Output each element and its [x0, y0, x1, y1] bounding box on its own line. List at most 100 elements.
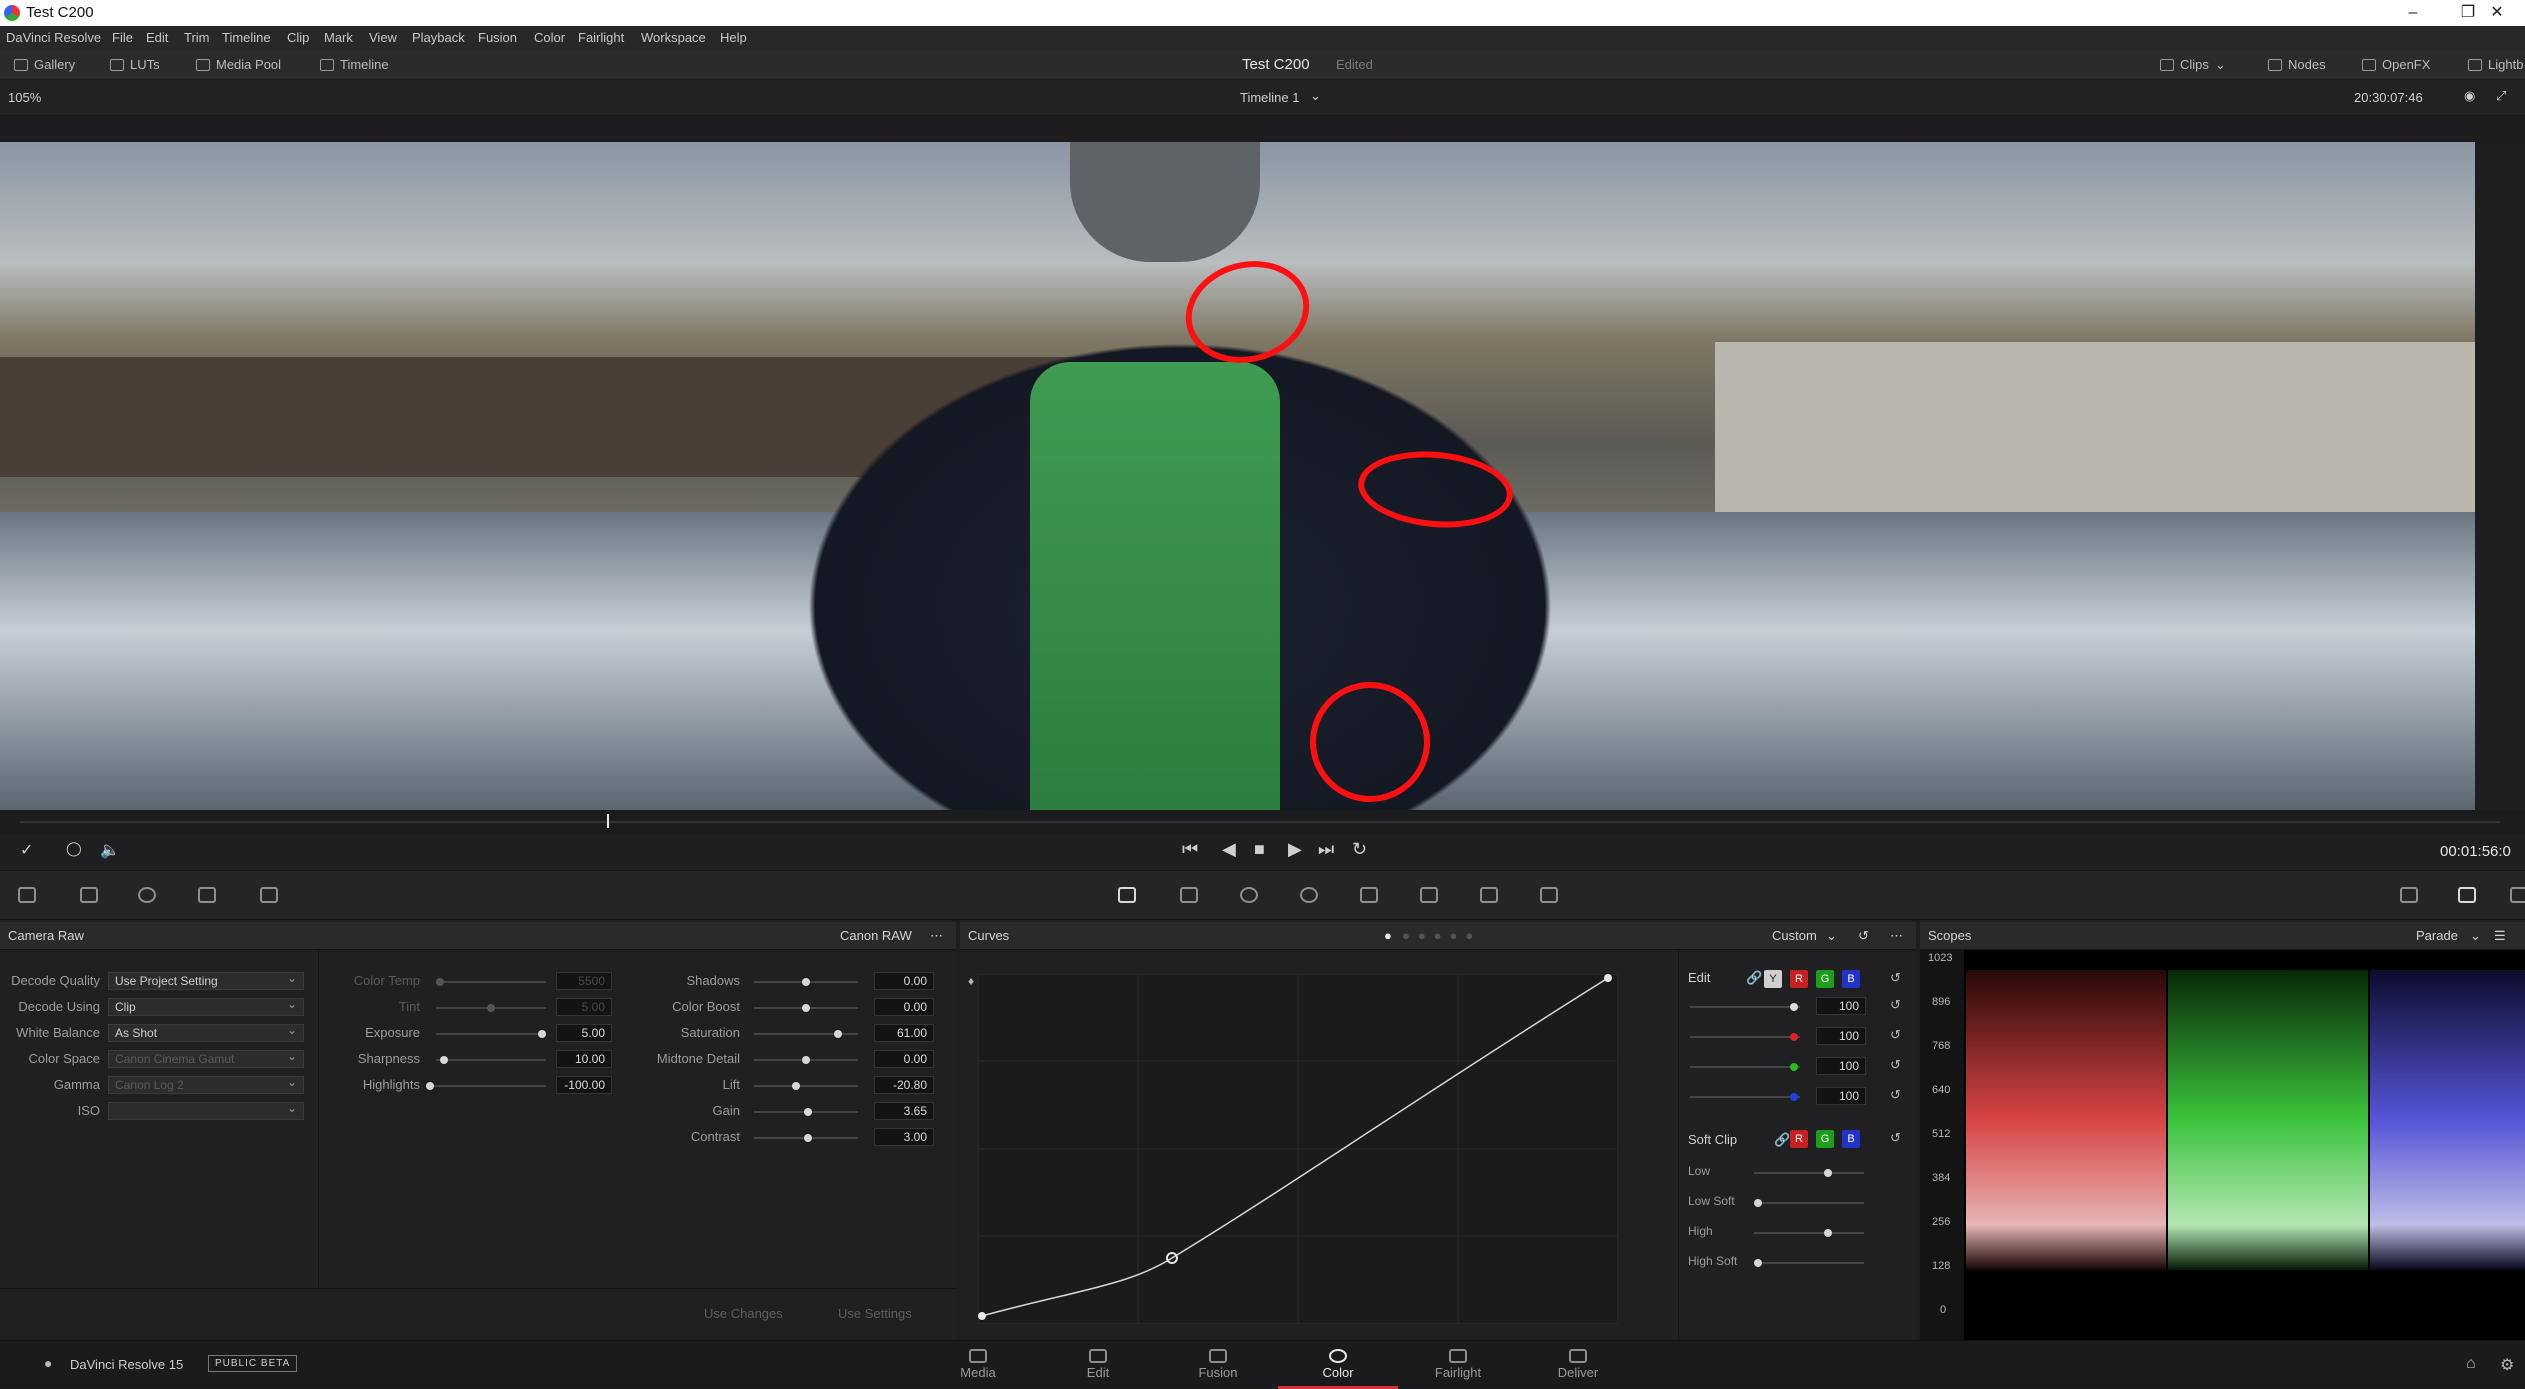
play-reverse-icon[interactable]: ◀	[1222, 839, 1236, 860]
lift-slider[interactable]	[754, 1082, 858, 1090]
zoom-level[interactable]: 105%	[8, 90, 41, 105]
page-color[interactable]: Color	[1278, 1341, 1398, 1389]
g-intensity-value[interactable]: 100	[1816, 1057, 1866, 1075]
menu-item[interactable]: File	[112, 26, 133, 50]
menu-item[interactable]: Workspace	[641, 26, 706, 50]
r-intensity-slider[interactable]	[1690, 1033, 1800, 1041]
exposure-value[interactable]: 5.00	[556, 1024, 612, 1042]
window-icon[interactable]	[1240, 887, 1258, 903]
menu-item[interactable]: Fusion	[478, 26, 517, 50]
lightbox-button[interactable]: Lightb	[2468, 50, 2523, 80]
curve-y-button[interactable]: Y	[1764, 970, 1782, 988]
decode-using-dropdown[interactable]: Clip	[108, 996, 304, 1016]
page-dot-active[interactable]: ●	[1384, 922, 1392, 950]
contrast-slider[interactable]	[754, 1134, 858, 1142]
reset-icon[interactable]: ↺	[1890, 1027, 1901, 1043]
soft-clip-low-soft-slider[interactable]	[1754, 1199, 1864, 1207]
page-dots[interactable]: ●●●●●	[1402, 922, 1481, 950]
saturation-value[interactable]: 61.00	[874, 1024, 934, 1042]
contrast-value[interactable]: 3.00	[874, 1128, 934, 1146]
timeline-selector[interactable]: Timeline 1	[1240, 90, 1299, 105]
clips-button[interactable]: Clips ⌄	[2160, 50, 2226, 80]
curve-b-button[interactable]: B	[1842, 970, 1860, 988]
soft-clip-high-slider[interactable]	[1754, 1229, 1864, 1237]
3d-icon[interactable]	[1540, 887, 1558, 903]
nodes-button[interactable]: Nodes	[2268, 50, 2326, 80]
chevron-down-icon[interactable]: ⌄	[1826, 922, 1837, 950]
decode-quality-dropdown[interactable]: Use Project Setting	[108, 970, 304, 990]
color-temp-value[interactable]: 5500	[556, 972, 612, 990]
motion-effects-icon[interactable]	[260, 887, 278, 903]
curves-icon[interactable]	[1118, 887, 1136, 903]
g-intensity-slider[interactable]	[1690, 1063, 1800, 1071]
menu-item[interactable]: View	[369, 26, 397, 50]
keyframes-icon[interactable]	[2400, 887, 2418, 903]
tint-slider[interactable]	[436, 1004, 546, 1012]
scope-mode-dropdown[interactable]: Parade	[2416, 922, 2458, 950]
midtone-detail-slider[interactable]	[754, 1056, 858, 1064]
soft-clip-low-slider[interactable]	[1754, 1169, 1864, 1177]
menu-item[interactable]: Timeline	[222, 26, 271, 50]
play-icon[interactable]: ▶	[1288, 839, 1302, 860]
highlights-value[interactable]: -100.00	[556, 1076, 612, 1094]
more-options-icon[interactable]: ⋯	[1890, 922, 1903, 950]
qualifier-icon[interactable]	[1180, 887, 1198, 903]
softclip-r-button[interactable]: R	[1790, 1130, 1808, 1148]
page-fairlight[interactable]: Fairlight	[1398, 1341, 1518, 1389]
curve-r-button[interactable]: R	[1790, 970, 1808, 988]
highlights-slider[interactable]	[426, 1082, 546, 1090]
page-deliver[interactable]: Deliver	[1518, 1341, 1638, 1389]
sharpness-slider[interactable]	[436, 1056, 546, 1064]
b-intensity-slider[interactable]	[1690, 1093, 1800, 1101]
menu-item[interactable]: Trim	[184, 26, 210, 50]
key-icon[interactable]	[1420, 887, 1438, 903]
softclip-g-button[interactable]: G	[1816, 1130, 1834, 1148]
gamma-dropdown[interactable]: Canon Log 2	[108, 1074, 304, 1094]
skip-start-icon[interactable]: ⏮	[1182, 839, 1198, 860]
reset-icon[interactable]: ↺	[1890, 1130, 1901, 1146]
openfx-button[interactable]: OpenFX	[2362, 50, 2430, 80]
home-icon[interactable]: ⌂	[2466, 1355, 2476, 1373]
use-settings-button[interactable]: Use Settings	[838, 1306, 912, 1321]
use-changes-button[interactable]: Use Changes	[704, 1306, 783, 1321]
blur-icon[interactable]	[1360, 887, 1378, 903]
menu-item[interactable]: Fairlight	[578, 26, 624, 50]
white-balance-dropdown[interactable]: As Shot	[108, 1022, 304, 1042]
menu-item[interactable]: Mark	[324, 26, 353, 50]
color-wheels-icon[interactable]	[138, 887, 156, 903]
chevron-down-icon[interactable]: ⌄	[1310, 88, 1321, 104]
tracker-icon[interactable]	[1300, 887, 1318, 903]
color-boost-slider[interactable]	[754, 1004, 858, 1012]
media-pool-button[interactable]: Media Pool	[196, 50, 281, 80]
stop-icon[interactable]: ■	[1254, 839, 1265, 860]
menu-item[interactable]: Clip	[287, 26, 309, 50]
eyedropper-icon[interactable]: ✓	[20, 840, 33, 860]
tint-value[interactable]: 5.00	[556, 998, 612, 1016]
luts-button[interactable]: LUTs	[110, 50, 160, 80]
reset-icon[interactable]: ↺	[1890, 970, 1901, 986]
chevron-down-icon[interactable]: ⌄	[2470, 922, 2481, 950]
softclip-b-button[interactable]: B	[1842, 1130, 1860, 1148]
sharpness-value[interactable]: 10.00	[556, 1050, 612, 1068]
color-boost-value[interactable]: 0.00	[874, 998, 934, 1016]
saturation-slider[interactable]	[754, 1030, 858, 1038]
gain-value[interactable]: 3.65	[874, 1102, 934, 1120]
timeline-button[interactable]: Timeline	[320, 50, 389, 80]
settings-icon[interactable]: ⚙	[2500, 1355, 2514, 1375]
page-media[interactable]: Media	[918, 1341, 1038, 1389]
more-options-icon[interactable]: ⋯	[930, 922, 943, 950]
curve-graph[interactable]	[978, 974, 1618, 1324]
highlight-icon[interactable]: ◯	[66, 840, 82, 857]
lift-value[interactable]: -20.80	[874, 1076, 934, 1094]
iso-dropdown[interactable]	[108, 1100, 304, 1120]
rgb-mixer-icon[interactable]	[198, 887, 216, 903]
menu-item[interactable]: Color	[534, 26, 565, 50]
menu-item[interactable]: DaVinci Resolve	[6, 26, 101, 50]
y-intensity-slider[interactable]	[1690, 1003, 1800, 1011]
page-edit[interactable]: Edit	[1038, 1341, 1158, 1389]
exposure-slider[interactable]	[436, 1030, 546, 1038]
gain-slider[interactable]	[754, 1108, 858, 1116]
page-fusion[interactable]: Fusion	[1158, 1341, 1278, 1389]
b-intensity-value[interactable]: 100	[1816, 1087, 1866, 1105]
reset-icon[interactable]: ↺	[1890, 1057, 1901, 1073]
